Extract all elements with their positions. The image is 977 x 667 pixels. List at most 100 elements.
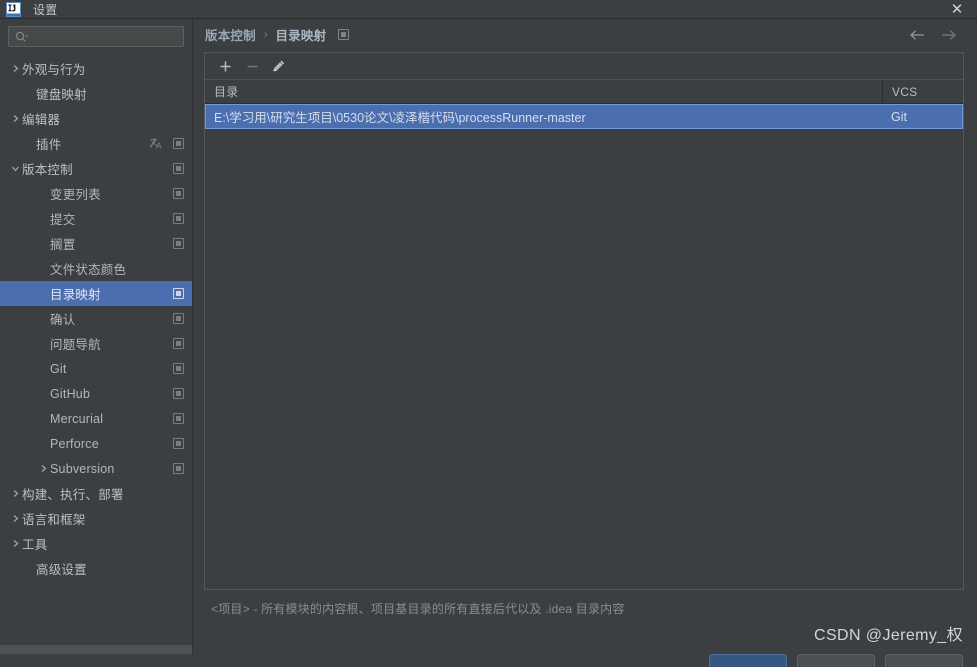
- chevron-right-icon[interactable]: [8, 539, 22, 548]
- sidebar-item-label: 确认: [50, 313, 76, 327]
- project-scope-icon: [173, 438, 184, 449]
- intellij-idea-icon: [6, 1, 21, 17]
- sidebar-item-6[interactable]: 提交: [0, 206, 192, 231]
- table-body[interactable]: E:\学习用\研究生项目\0530论文\凌泽楷代码\processRunner-…: [205, 104, 963, 589]
- sidebar-item-16[interactable]: Subversion: [0, 456, 192, 481]
- sidebar-item-label: 目录映射: [50, 288, 101, 302]
- breadcrumb-root[interactable]: 版本控制: [205, 25, 256, 44]
- sidebar-item-11[interactable]: 问题导航: [0, 331, 192, 356]
- sidebar-item-0[interactable]: 外观与行为: [0, 56, 192, 81]
- sidebar-item-label: GitHub: [50, 386, 91, 401]
- project-scope-icon: [173, 413, 184, 424]
- sidebar-item-8[interactable]: 文件状态颜色: [0, 256, 192, 281]
- sidebar-item-label: 高级设置: [36, 563, 87, 577]
- project-scope-icon: [173, 463, 184, 474]
- sidebar-item-label: 问题导航: [50, 338, 101, 352]
- dialog-button-0[interactable]: [709, 654, 787, 667]
- sidebar-item-label: 提交: [50, 213, 76, 227]
- project-scope-icon: [173, 363, 184, 374]
- directory-mappings-table: 目录 VCS E:\学习用\研究生项目\0530论文\凌泽楷代码\process…: [205, 80, 963, 589]
- chevron-down-icon[interactable]: [8, 164, 22, 173]
- edit-pencil-icon[interactable]: [267, 55, 291, 77]
- sidebar-item-label: 键盘映射: [36, 88, 87, 102]
- chevron-right-icon[interactable]: [8, 64, 22, 73]
- sidebar-item-2[interactable]: 编辑器: [0, 106, 192, 131]
- sidebar-item-5[interactable]: 变更列表: [0, 181, 192, 206]
- add-mapping-button[interactable]: [213, 55, 237, 77]
- project-scope-icon: [173, 388, 184, 399]
- project-scope-icon: [173, 138, 184, 149]
- sidebar-item-19[interactable]: 工具: [0, 531, 192, 556]
- directory-mappings-panel: 目录 VCS E:\学习用\研究生项目\0530论文\凌泽楷代码\process…: [204, 52, 964, 590]
- sidebar-item-12[interactable]: Git: [0, 356, 192, 381]
- project-scope-icon: [173, 188, 184, 199]
- chevron-right-icon[interactable]: [8, 514, 22, 523]
- project-scope-icon: [173, 213, 184, 224]
- settings-sidebar: 外观与行为键盘映射编辑器插件 文A 版本控制变更列表提交搁置文件状态颜色目录映射确认…: [0, 19, 193, 667]
- window-titlebar: 设置 ✕: [0, 0, 977, 19]
- sidebar-item-7[interactable]: 搁置: [0, 231, 192, 256]
- project-scope-icon: [173, 338, 184, 349]
- cell-directory: E:\学习用\研究生项目\0530论文\凌泽楷代码\processRunner-…: [205, 104, 883, 129]
- chevron-right-icon[interactable]: [8, 114, 22, 123]
- cell-vcs: Git: [883, 104, 963, 129]
- breadcrumb-current: 目录映射: [275, 29, 327, 43]
- sidebar-item-13[interactable]: GitHub: [0, 381, 192, 406]
- remove-mapping-button[interactable]: [240, 55, 264, 77]
- dialog-button-bar: [0, 654, 977, 667]
- breadcrumb: 版本控制 › 目录映射: [193, 19, 977, 50]
- sidebar-item-label: 外观与行为: [22, 63, 86, 77]
- sidebar-item-9[interactable]: 目录映射: [0, 281, 192, 306]
- navigation-buttons: [909, 26, 965, 43]
- search-container: [0, 19, 192, 53]
- sidebar-item-18[interactable]: 语言和框架: [0, 506, 192, 531]
- csdn-watermark: CSDN @Jeremy_权: [814, 627, 963, 644]
- chevron-right-icon[interactable]: [8, 489, 22, 498]
- search-input[interactable]: [34, 28, 189, 45]
- project-scope-icon: [173, 238, 184, 249]
- project-scope-icon: [173, 163, 184, 174]
- sidebar-item-label: 编辑器: [22, 113, 61, 127]
- sidebar-item-label: 文件状态颜色: [50, 263, 127, 277]
- svg-text:A: A: [156, 141, 162, 151]
- mapping-hint-text: <项目> - 所有模块的内容根、项目基目录的所有直接后代以及 .idea 目录内…: [211, 602, 625, 616]
- sidebar-item-15[interactable]: Perforce: [0, 431, 192, 456]
- settings-body: 外观与行为键盘映射编辑器插件文A版本控制变更列表提交搁置文件状态颜色目录映射确认…: [0, 19, 977, 667]
- sidebar-item-4[interactable]: 版本控制: [0, 156, 192, 181]
- sidebar-item-3[interactable]: 插件 文A: [0, 131, 192, 156]
- panel-toolbar: [205, 53, 963, 80]
- sidebar-item-label: 搁置: [50, 238, 76, 252]
- sidebar-item-label: Perforce: [50, 436, 99, 451]
- sidebar-item-label: 版本控制: [22, 163, 73, 177]
- close-icon[interactable]: ✕: [937, 0, 977, 19]
- settings-tree[interactable]: 外观与行为键盘映射编辑器插件 文A 版本控制变更列表提交搁置文件状态颜色目录映射确认…: [0, 53, 192, 645]
- sidebar-item-label: 语言和框架: [22, 513, 86, 527]
- sidebar-item-20[interactable]: 高级设置: [0, 556, 192, 581]
- dialog-button-1[interactable]: [797, 654, 875, 667]
- project-scope-icon: [173, 288, 184, 299]
- translate-icon: 文A: [150, 137, 164, 150]
- search-box[interactable]: [8, 26, 189, 47]
- column-header-vcs[interactable]: VCS: [883, 80, 963, 103]
- column-header-directory[interactable]: 目录: [205, 80, 883, 103]
- sidebar-item-17[interactable]: 构建、执行、部署: [0, 481, 192, 506]
- sidebar-item-10[interactable]: 确认: [0, 306, 192, 331]
- table-row[interactable]: E:\学习用\研究生项目\0530论文\凌泽楷代码\processRunner-…: [205, 104, 963, 129]
- search-icon: [15, 31, 29, 43]
- chevron-right-icon[interactable]: [36, 464, 50, 473]
- sidebar-item-label: 变更列表: [50, 188, 101, 202]
- forward-arrow-icon[interactable]: [940, 26, 957, 43]
- breadcrumb-separator: ›: [263, 28, 268, 41]
- sidebar-item-1[interactable]: 键盘映射: [0, 81, 192, 106]
- sidebar-item-label: 插件: [36, 138, 62, 152]
- back-arrow-icon[interactable]: [909, 26, 926, 43]
- sidebar-item-14[interactable]: Mercurial: [0, 406, 192, 431]
- sidebar-item-label: Subversion: [50, 461, 115, 476]
- window-title: 设置: [33, 2, 58, 17]
- dialog-button-2[interactable]: [885, 654, 963, 667]
- sidebar-item-label: Git: [50, 361, 67, 376]
- project-scope-icon: [338, 29, 350, 40]
- project-scope-icon: [173, 313, 184, 324]
- sidebar-item-label: Mercurial: [50, 411, 104, 426]
- sidebar-item-label: 构建、执行、部署: [22, 488, 124, 502]
